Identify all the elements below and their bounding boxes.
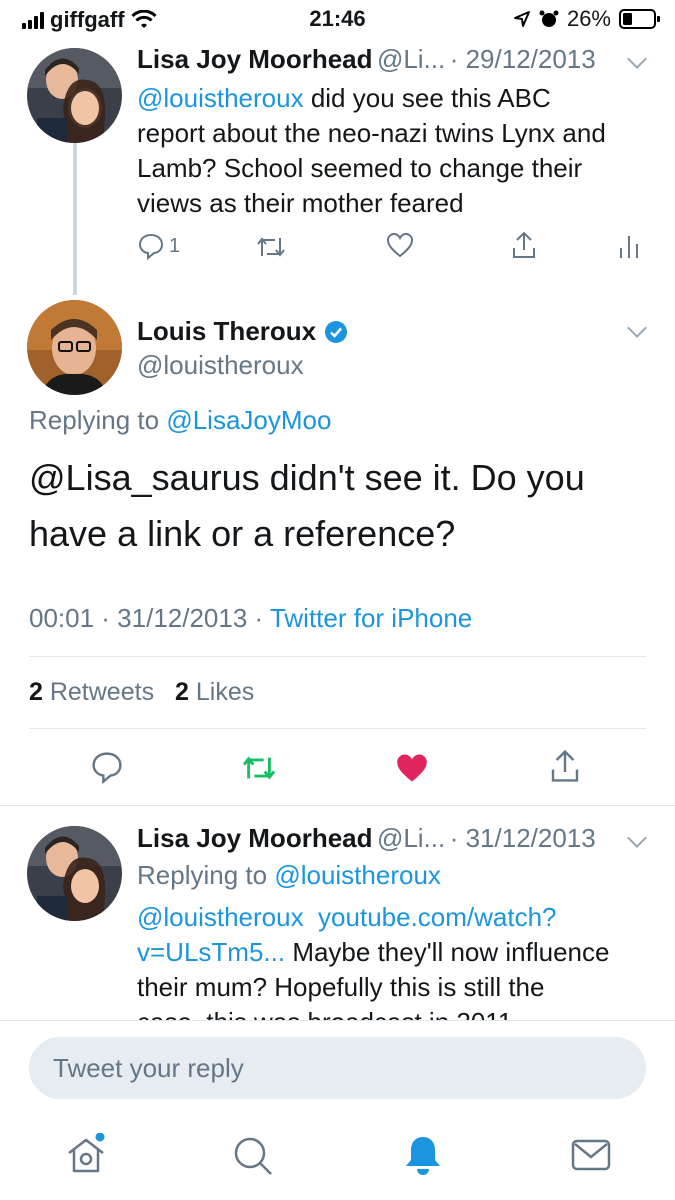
replying-to-link[interactable]: @louistheroux [274,860,441,890]
author-name[interactable]: Lisa Joy Moorhead [137,823,373,853]
avatar[interactable] [27,300,122,395]
tweet-text: Lamb? School seemed to change their [137,153,583,183]
main-tweet-body: @Lisa_saurus didn't see it. Do you have … [29,450,649,562]
tweet-text: their mum? Hopefully this is still the [137,972,545,1002]
retweet-button[interactable] [255,234,287,260]
tweet3-body: @louistheroux youtube.com/watch? v=ULsTm… [137,900,657,1020]
tweet3-header: Lisa Joy Moorhead @Li... · 31/12/2013 [137,823,596,854]
tweet-text: did you see this ABC [303,83,551,113]
heart-icon [397,754,427,782]
divider [29,728,646,729]
reply-button[interactable]: 1 [137,232,180,260]
replying-to: Replying to @louistheroux [137,860,441,891]
alarm-icon [539,10,559,27]
bell-icon [406,1137,440,1175]
youtube-link[interactable]: youtube.com/watch? [318,902,556,932]
retweet-count: 2 [29,678,43,706]
share-button[interactable] [548,748,582,784]
reply-button[interactable] [90,750,124,784]
author-name[interactable]: Lisa Joy Moorhead [137,44,373,74]
tweet-text: have a link or a reference? [29,513,456,554]
home-icon [68,1132,105,1173]
author-handle[interactable]: @Li... [377,823,445,853]
tweet-text: Maybe they'll now influence [285,937,610,967]
chevron-down-icon[interactable] [627,49,647,69]
engagement-stats: 2 Retweets 2 Likes [29,678,254,707]
replying-label: Replying to [29,405,167,435]
replying-label: Replying to [137,860,275,890]
tweet-source-link[interactable]: Twitter for iPhone [270,603,472,633]
tweet-text: report about the neo-nazi twins Lynx and [137,118,606,148]
tab-notifications[interactable] [402,1133,444,1182]
replying-to-link[interactable]: @LisaJoyMoo [166,405,331,435]
status-bar: giffgaff 21:46 26% [0,0,675,38]
share-icon [513,231,535,258]
mention-link[interactable]: @louistheroux [137,902,304,932]
replying-to: Replying to @LisaJoyMoo [29,405,331,436]
tweet3-body-clip: @louistheroux youtube.com/watch? v=ULsTm… [0,895,675,1020]
heart-icon [386,232,414,258]
reply-count: 1 [169,234,181,257]
retweet-icon [257,237,285,257]
author-name[interactable]: Louis Theroux [137,316,316,347]
search-icon [234,1137,272,1175]
reply-input[interactable]: Tweet your reply [29,1037,646,1099]
retweet-button[interactable] [240,753,278,783]
author-handle[interactable]: @louistheroux [137,350,304,381]
retweet-icon [242,756,276,780]
tweet1-header: Lisa Joy Moorhead @Li... · 29/12/2013 [137,44,596,75]
share-icon [551,749,579,782]
verified-badge-icon [325,320,348,343]
like-label: Likes [188,678,255,706]
analytics-icon [620,236,638,258]
tweet-meta: 00:01 · 31/12/2013 · Twitter for iPhone [29,603,472,634]
divider [29,656,646,657]
tab-bar [0,1115,675,1200]
tweet-timestamp: 00:01 · 31/12/2013 · [29,603,270,633]
like-button[interactable] [394,752,430,784]
youtube-link-cont[interactable]: v=ULsTm5... [137,937,285,967]
thread-line [73,143,77,295]
status-right: 26% [513,6,661,32]
battery-icon [619,9,660,29]
reply-icon [92,752,122,784]
main-tweet-author[interactable]: Louis Theroux [137,316,348,347]
like-count: 2 [175,678,189,706]
retweets-stat[interactable]: 2 Retweets [29,678,154,706]
analytics-button[interactable] [618,234,640,260]
tab-messages[interactable] [570,1137,612,1178]
tweet-date: · 31/12/2013 [449,823,596,853]
mention-link[interactable]: @louistheroux [137,83,304,113]
battery-percent: 26% [566,6,611,31]
chevron-down-icon[interactable] [627,318,647,338]
tweet-text: views as their mother feared [137,188,464,218]
likes-stat[interactable]: 2 Likes [175,678,254,706]
tweet-text: case, this was broadcast in 2011 [137,1005,657,1020]
tweet-text: @Lisa_saurus didn't see it. Do you [29,457,585,498]
tab-search[interactable] [232,1135,274,1182]
mail-icon [571,1139,611,1171]
author-handle[interactable]: @Li... [377,44,445,74]
chevron-down-icon[interactable] [627,828,647,848]
tweet1-body: @louistheroux did you see this ABC repor… [137,81,657,221]
location-arrow-icon [513,11,530,27]
tab-home[interactable] [64,1132,108,1182]
retweet-label: Retweets [42,678,155,706]
share-button[interactable] [510,230,538,260]
tweet-date: · 29/12/2013 [449,44,596,74]
reply-icon [138,233,164,260]
divider [0,805,675,806]
avatar[interactable] [27,48,122,143]
reply-bar: Tweet your reply [0,1020,675,1115]
like-button[interactable] [386,232,414,258]
